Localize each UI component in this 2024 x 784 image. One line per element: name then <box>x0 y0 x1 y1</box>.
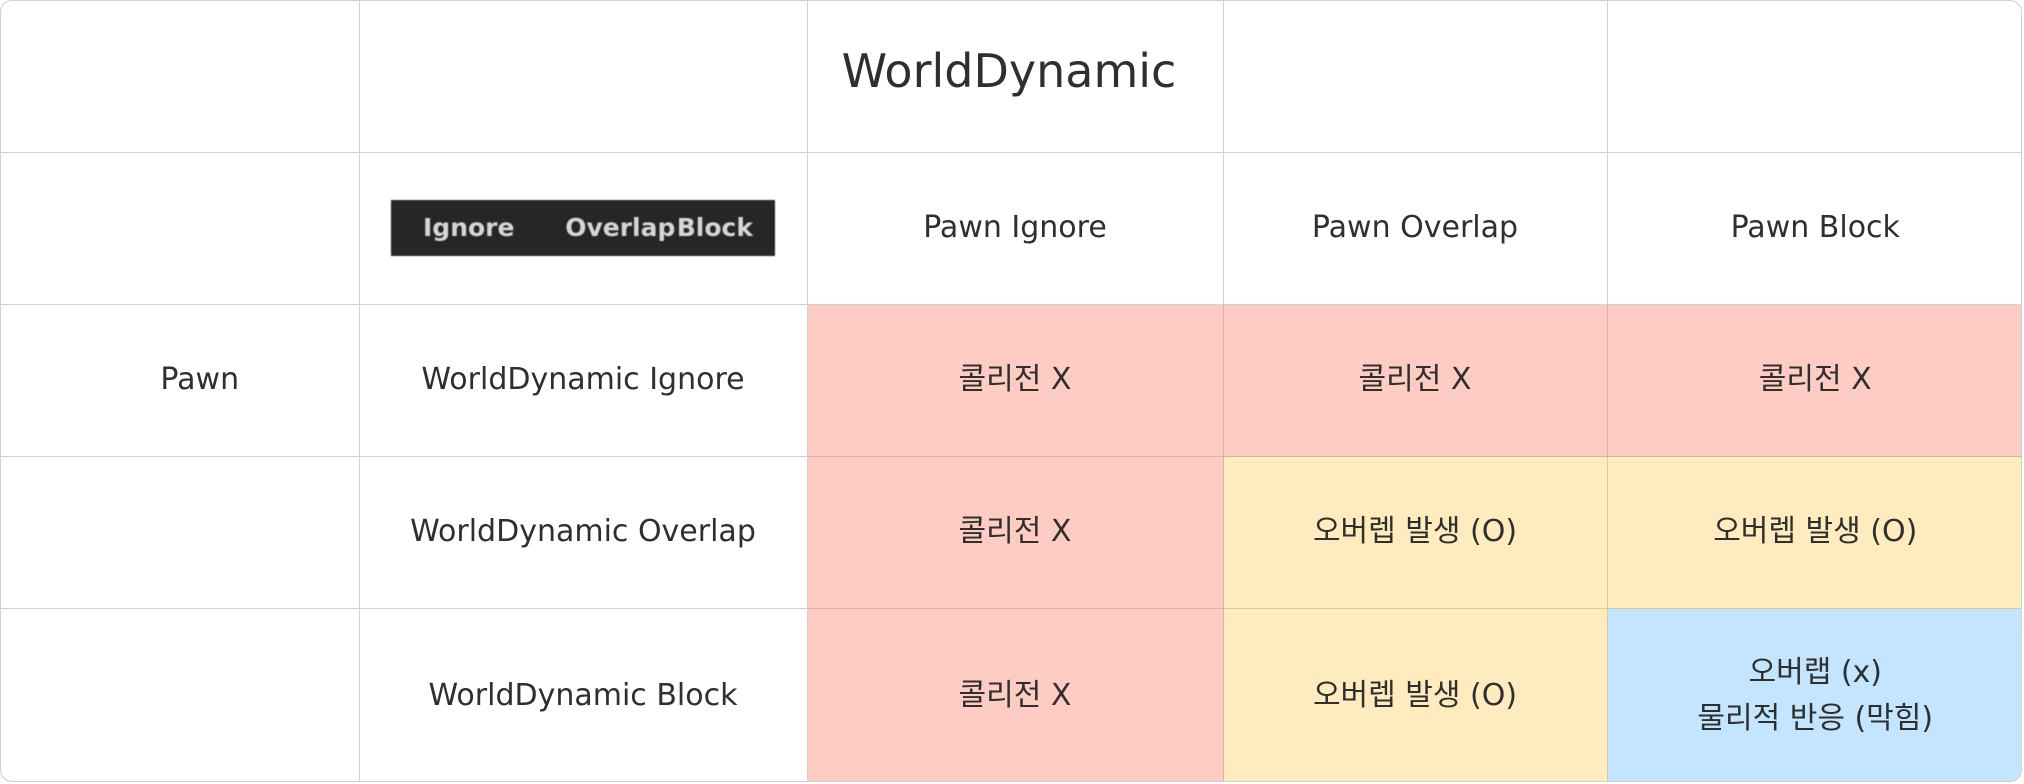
result-cell: 콜리전 X <box>1222 303 1608 457</box>
result-cell: 오버렙 발생 (O) <box>1222 607 1608 781</box>
response-legend-image: Ignore Overlap Block <box>391 200 775 256</box>
table-title: WorldDynamic <box>841 43 1177 98</box>
column-header-pawn-overlap: Pawn Overlap <box>1222 151 1608 305</box>
empty-cell <box>358 1 808 153</box>
row-label-worlddynamic-ignore: WorldDynamic Ignore <box>358 303 808 457</box>
row-group-label: Pawn <box>1 303 360 457</box>
table-row: WorldDynamic Block 콜리전 X 오버렙 발생 (O) 오버랩 … <box>1 607 2021 781</box>
empty-cell <box>1222 1 1608 153</box>
result-cell: 콜리전 X <box>806 455 1224 609</box>
legend-overlap: Overlap <box>565 213 676 242</box>
result-cell: 콜리전 X <box>806 303 1224 457</box>
row-label-worlddynamic-overlap: WorldDynamic Overlap <box>358 455 808 609</box>
legend-block: Block <box>676 213 753 242</box>
title-cell: WorldDynamic <box>806 1 1224 153</box>
legend-ignore: Ignore <box>423 213 515 242</box>
title-row: WorldDynamic <box>1 1 2021 153</box>
result-cell: 오버렙 발생 (O) <box>1606 455 2021 609</box>
row-label-worlddynamic-block: WorldDynamic Block <box>358 607 808 781</box>
empty-cell <box>1 455 360 609</box>
column-header-pawn-block: Pawn Block <box>1606 151 2021 305</box>
empty-cell <box>1 607 360 781</box>
header-row: Ignore Overlap Block Pawn Ignore Pawn Ov… <box>1 151 2021 305</box>
collision-table: WorldDynamic Ignore Overlap Block Pawn I… <box>1 1 2021 781</box>
result-cell: 오버랩 (x) 물리적 반응 (막힘) <box>1606 607 2021 781</box>
result-cell: 콜리전 X <box>1606 303 2021 457</box>
legend-cell: Ignore Overlap Block <box>358 151 808 305</box>
column-header-pawn-ignore: Pawn Ignore <box>806 151 1224 305</box>
result-line: 물리적 반응 (막힘) <box>1697 700 1934 736</box>
empty-cell <box>1 151 360 305</box>
table-row: WorldDynamic Overlap 콜리전 X 오버렙 발생 (O) 오버… <box>1 455 2021 609</box>
empty-cell <box>1 1 360 153</box>
table-row: Pawn WorldDynamic Ignore 콜리전 X 콜리전 X 콜리전… <box>1 303 2021 457</box>
result-line: 오버랩 (x) <box>1748 654 1883 690</box>
result-cell: 콜리전 X <box>806 607 1224 781</box>
result-cell: 오버렙 발생 (O) <box>1222 455 1608 609</box>
empty-cell <box>1606 1 2021 153</box>
collision-matrix: WorldDynamic Ignore Overlap Block Pawn I… <box>0 0 2022 782</box>
